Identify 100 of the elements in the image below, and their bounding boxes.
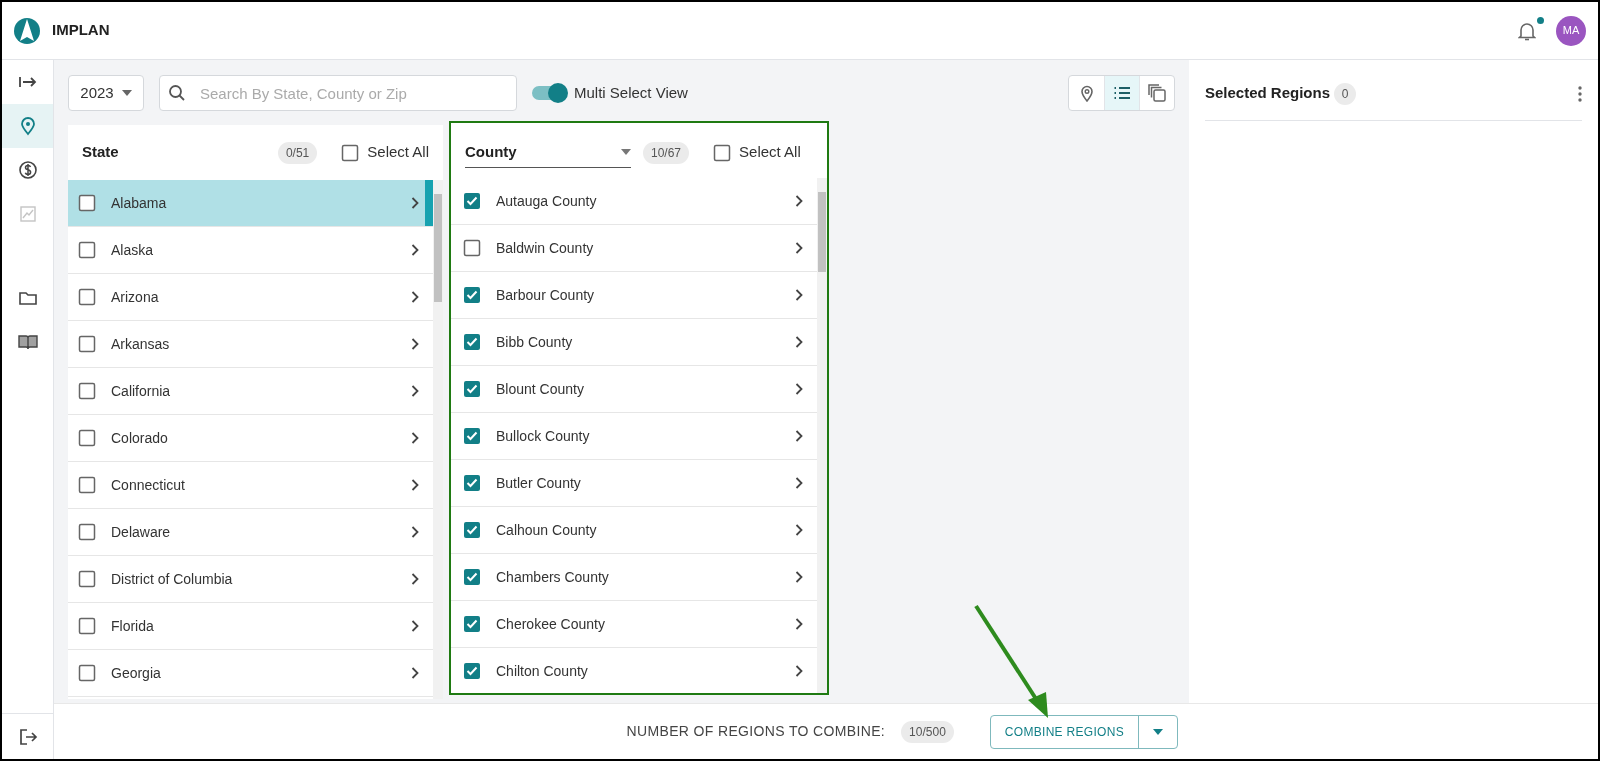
checkbox[interactable] (78, 288, 96, 306)
chevron-right-icon (411, 432, 419, 444)
sidebar-item[interactable] (2, 104, 53, 148)
more-options-icon[interactable] (1578, 85, 1582, 102)
checkbox[interactable] (463, 427, 481, 445)
state-row[interactable]: Arkansas (68, 321, 433, 368)
county-name: Baldwin County (496, 238, 595, 258)
state-row[interactable]: Delaware (68, 509, 433, 556)
checkbox[interactable] (78, 476, 96, 494)
chevron-right-icon (795, 336, 803, 348)
checkbox[interactable] (78, 335, 96, 353)
checkbox[interactable] (463, 192, 481, 210)
checkbox[interactable] (463, 380, 481, 398)
county-row[interactable]: Baldwin County (451, 225, 817, 272)
state-row[interactable]: Georgia (68, 650, 433, 697)
caret-icon (121, 90, 132, 96)
state-name: Connecticut (111, 475, 186, 495)
chevron-right-icon (411, 338, 419, 350)
county-row[interactable]: Bullock County (451, 413, 817, 460)
checkbox[interactable] (463, 521, 481, 539)
overlapping-squares-icon (1147, 83, 1167, 103)
chevron-right-icon (795, 195, 803, 207)
checkbox[interactable] (463, 474, 481, 492)
toggle-switch[interactable] (532, 86, 566, 100)
checkbox[interactable] (78, 382, 96, 400)
checkbox[interactable] (78, 570, 96, 588)
chevron-right-icon (795, 242, 803, 254)
chevron-right-icon (795, 524, 803, 536)
state-row[interactable]: Florida (68, 603, 433, 650)
chevron-right-icon (411, 620, 419, 632)
select-all-checkbox[interactable]: Select All (341, 141, 429, 164)
caret-icon (621, 149, 631, 155)
search-field[interactable]: Search By State, County or Zip (159, 75, 517, 111)
count-badge: 0/51 (277, 141, 318, 164)
logo-icon (14, 15, 40, 46)
county-name: Bibb County (496, 332, 574, 352)
state-row[interactable]: District of Columbia (68, 556, 433, 603)
checkbox[interactable] (463, 286, 481, 304)
chevron-right-icon (411, 291, 419, 303)
county-name: Bullock County (496, 426, 591, 446)
checkbox[interactable] (463, 239, 481, 257)
county-row[interactable]: Autauga County (451, 178, 817, 225)
checkbox[interactable] (463, 568, 481, 586)
state-row[interactable]: Colorado (68, 415, 433, 462)
select-all-checkbox[interactable]: Select All (713, 141, 801, 164)
state-name: Delaware (111, 522, 172, 542)
checkbox[interactable] (341, 143, 360, 162)
county-row[interactable]: Blount County (451, 366, 817, 413)
chevron-right-icon (795, 383, 803, 395)
chevron-right-icon (795, 571, 803, 583)
county-name: Chilton County (496, 661, 589, 681)
checkbox[interactable] (78, 664, 96, 682)
county-name: Chambers County (496, 567, 610, 587)
year-dropdown[interactable]: 2023 (68, 75, 144, 111)
state-row[interactable]: Alaska (68, 227, 433, 274)
view-toggle-button[interactable] (1104, 76, 1139, 110)
dollar-icon (16, 159, 39, 181)
county-row[interactable]: Bibb County (451, 319, 817, 366)
chevron-right-icon (795, 618, 803, 630)
state-row[interactable]: Arizona (68, 274, 433, 321)
state-name: Arizona (111, 287, 160, 307)
level-dropdown[interactable]: County (465, 137, 631, 168)
county-row[interactable]: Barbour County (451, 272, 817, 319)
checkbox[interactable] (78, 194, 96, 212)
chevron-right-icon (411, 573, 419, 585)
chevron-right-icon (411, 197, 419, 209)
checkbox[interactable] (463, 662, 481, 680)
checkbox[interactable] (463, 333, 481, 351)
count-badge: 10/67 (643, 141, 690, 164)
county-name: Autauga County (496, 191, 598, 211)
state-name: Arkansas (111, 334, 171, 354)
chevron-right-icon (795, 477, 803, 489)
caret-icon (1153, 728, 1163, 735)
state-name: Georgia (111, 663, 162, 683)
chevron-right-icon (411, 244, 419, 256)
checkbox[interactable] (78, 429, 96, 447)
checkbox[interactable] (463, 615, 481, 633)
state-name: Florida (111, 616, 155, 636)
state-name: Alabama (111, 193, 168, 213)
state-row[interactable]: California (68, 368, 433, 415)
checkbox[interactable] (78, 523, 96, 541)
state-row[interactable]: Alabama (68, 180, 433, 227)
checkbox[interactable] (713, 143, 732, 162)
county-row[interactable]: Calhoun County (451, 507, 817, 554)
county-row[interactable]: Chambers County (451, 554, 817, 601)
app-name: IMPLAN (52, 20, 110, 41)
state-name: California (111, 381, 172, 401)
count-badge: 10/500 (901, 720, 954, 743)
county-row[interactable]: Cherokee County (451, 601, 817, 648)
state-row[interactable]: Connecticut (68, 462, 433, 509)
county-name: Blount County (496, 379, 585, 399)
checkbox[interactable] (78, 617, 96, 635)
toggle-label: Multi Select View (574, 82, 688, 103)
chevron-right-icon (795, 289, 803, 301)
county-row[interactable]: Butler County (451, 460, 817, 507)
user-avatar[interactable]: MA (1556, 15, 1586, 46)
scrollbar[interactable] (433, 180, 443, 699)
checkbox[interactable] (78, 241, 96, 259)
scrollbar[interactable] (817, 178, 827, 693)
search-icon (168, 84, 186, 102)
